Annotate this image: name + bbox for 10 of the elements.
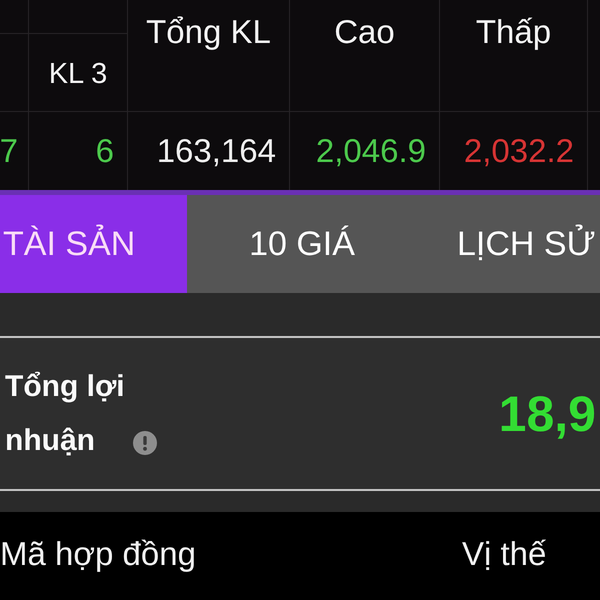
column-header: Mã hợp đồng — [0, 535, 197, 573]
table-header-cell-text: KL 3 — [48, 57, 108, 92]
column-header: Vị thế — [462, 535, 546, 573]
table-header-cell-text: Tổng KL — [145, 12, 272, 52]
profit-value: 18,9 — [498, 384, 596, 442]
tab[interactable]: TÀI SẢN — [0, 195, 187, 293]
profit-label: Tổng lợi nhuận — [5, 368, 126, 458]
info-icon[interactable] — [133, 430, 157, 454]
table-header-cell-text: Cao — [333, 12, 396, 52]
table-header-cell-text: Thấp — [474, 12, 552, 52]
